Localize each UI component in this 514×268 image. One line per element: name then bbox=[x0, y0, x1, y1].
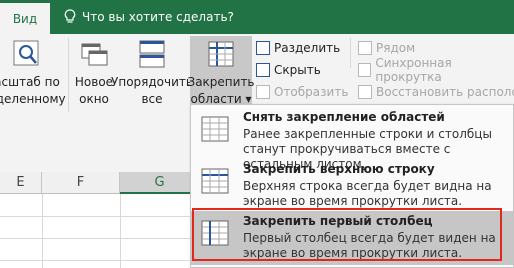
tab-view[interactable]: Вид bbox=[0, 3, 50, 34]
freeze-first-column-description: Первый столбец всегда будет виден на экр… bbox=[243, 231, 496, 260]
freeze-panes-icon bbox=[208, 41, 234, 67]
column-gridline bbox=[42, 194, 43, 268]
freeze-panes-menu: Снять закрепление областей Ранее закрепл… bbox=[190, 104, 514, 268]
freeze-first-column-title: Закрепить первый столбец bbox=[243, 214, 433, 228]
hide-icon bbox=[256, 63, 270, 77]
freeze-top-row-title: Закрепить верхнюю строку bbox=[243, 162, 435, 176]
freeze-top-row-description: Верхняя строка всегда будет видна на экр… bbox=[243, 179, 492, 208]
reset-position-label: Восстановить располож bbox=[376, 85, 514, 99]
zoom-selection-label-1: асштаб по bbox=[0, 75, 60, 89]
synchronous-scroll-button[interactable]: Синхронная прокрутка bbox=[358, 56, 514, 84]
new-window-button[interactable]: Новое окно bbox=[72, 34, 116, 108]
freeze-panes-button[interactable]: Закрепить области ▾ bbox=[187, 34, 255, 108]
side-by-side-icon bbox=[358, 41, 372, 55]
group-separator bbox=[68, 38, 69, 112]
split-label: Разделить bbox=[274, 41, 341, 55]
zoom-selection-label-2: еделенному bbox=[0, 92, 66, 106]
sync-scroll-icon bbox=[358, 63, 372, 77]
unfreeze-title: Снять закрепление областей bbox=[243, 110, 445, 124]
reset-window-position-button[interactable]: Восстановить располож bbox=[358, 82, 514, 102]
freeze-top-row-icon bbox=[201, 168, 229, 194]
ribbon-tab-bar: Вид Что вы хотите сделать? bbox=[0, 0, 514, 34]
hide-button[interactable]: Скрыть bbox=[256, 60, 321, 80]
arrange-all-label-1: Упорядочить bbox=[111, 75, 193, 89]
arrange-all-button[interactable]: Упорядочить все bbox=[111, 34, 193, 108]
arrange-all-label-2: все bbox=[141, 92, 163, 106]
menu-item-freeze-first-column[interactable]: Закрепить первый столбец Первый столбец … bbox=[191, 211, 513, 265]
column-header-g[interactable]: G bbox=[120, 172, 200, 194]
unhide-label: Отобразить bbox=[274, 85, 349, 99]
new-window-icon bbox=[81, 43, 108, 66]
unfreeze-panes-icon bbox=[201, 116, 229, 142]
split-button[interactable]: Разделить bbox=[256, 38, 340, 58]
new-window-label-2: окно bbox=[79, 92, 109, 106]
zoom-selection-icon bbox=[13, 40, 39, 66]
sync-scroll-label: Синхронная прокрутка bbox=[375, 56, 452, 84]
column-header-f[interactable]: F bbox=[42, 172, 120, 194]
view-side-by-side-button[interactable]: Рядом bbox=[358, 38, 415, 58]
tell-me-text: Что вы хотите сделать? bbox=[82, 10, 234, 24]
freeze-first-column-icon bbox=[201, 220, 229, 246]
lightbulb-icon bbox=[64, 9, 76, 23]
column-header-e[interactable]: E bbox=[0, 172, 42, 194]
menu-item-unfreeze-panes[interactable]: Снять закрепление областей Ранее закрепл… bbox=[191, 107, 513, 171]
tell-me-box[interactable]: Что вы хотите сделать? bbox=[64, 0, 234, 34]
zoom-to-selection-button[interactable]: асштаб по еделенному bbox=[0, 34, 66, 108]
hide-label: Скрыть bbox=[274, 63, 321, 77]
unhide-icon bbox=[256, 85, 270, 99]
reset-position-icon bbox=[358, 85, 372, 99]
group-separator bbox=[350, 38, 351, 68]
column-gridline bbox=[120, 194, 121, 268]
unhide-button[interactable]: Отобразить bbox=[256, 82, 348, 102]
new-window-label-1: Новое bbox=[74, 75, 114, 89]
split-icon bbox=[256, 41, 270, 55]
side-by-side-label: Рядом bbox=[376, 41, 416, 55]
freeze-panes-label-1: Закрепить bbox=[187, 75, 255, 89]
arrange-all-icon bbox=[139, 40, 165, 68]
menu-item-freeze-top-row[interactable]: Закрепить верхнюю строку Верхняя строка … bbox=[191, 159, 513, 211]
